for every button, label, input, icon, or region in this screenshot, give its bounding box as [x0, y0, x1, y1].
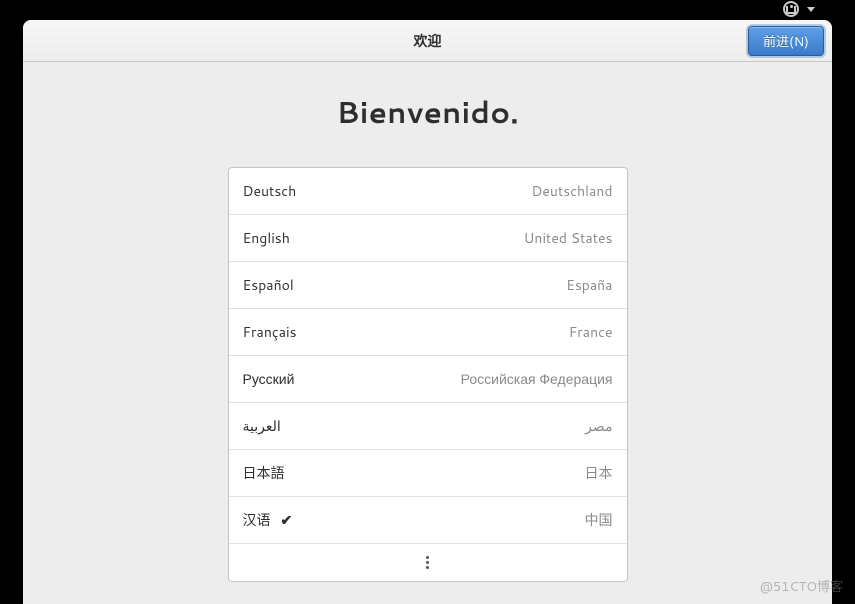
- language-name: Español: [243, 275, 294, 295]
- language-row-francais[interactable]: Français France: [229, 309, 627, 356]
- setup-window: 欢迎 前进(N) Bienvenido. Deutsch Deutschland…: [23, 20, 832, 604]
- next-button[interactable]: 前进(N): [748, 26, 824, 56]
- top-bar: [0, 0, 855, 18]
- more-languages-button[interactable]: [229, 544, 627, 581]
- check-icon: ✔: [281, 510, 293, 530]
- language-country: France: [569, 322, 613, 342]
- welcome-heading: Bienvenido.: [336, 90, 518, 133]
- language-name: Deutsch: [243, 181, 297, 201]
- header-bar: 欢迎 前进(N): [23, 20, 832, 62]
- language-row-espanol[interactable]: Español España: [229, 262, 627, 309]
- chevron-down-icon: [807, 7, 815, 12]
- language-row-arabic[interactable]: العربية مصر: [229, 403, 627, 450]
- language-country: 中国: [585, 510, 613, 530]
- language-name: English: [243, 228, 290, 248]
- language-name: Русский: [243, 369, 295, 389]
- language-country: مصر: [585, 416, 612, 436]
- language-country: Российская Федерация: [461, 369, 613, 389]
- language-row-russian[interactable]: Русский Российская Федерация: [229, 356, 627, 403]
- window-title: 欢迎: [414, 31, 442, 51]
- language-row-japanese[interactable]: 日本語 日本: [229, 450, 627, 497]
- more-icon: [426, 556, 429, 569]
- accessibility-icon: [783, 1, 799, 17]
- watermark: @51CTO博客: [760, 576, 843, 596]
- top-bar-controls[interactable]: [783, 1, 815, 17]
- language-name: 汉语 ✔: [243, 510, 293, 530]
- language-country: United States: [524, 228, 613, 248]
- language-name: 日本語: [243, 463, 285, 483]
- language-list: Deutsch Deutschland English United State…: [228, 167, 628, 582]
- language-row-chinese[interactable]: 汉语 ✔ 中国: [229, 497, 627, 544]
- language-country: 日本: [585, 463, 613, 483]
- language-name: العربية: [243, 416, 281, 436]
- language-country: España: [566, 275, 612, 295]
- language-country: Deutschland: [531, 181, 612, 201]
- content-area: Bienvenido. Deutsch Deutschland English …: [23, 62, 832, 604]
- language-row-english[interactable]: English United States: [229, 215, 627, 262]
- language-name: Français: [243, 322, 297, 342]
- language-row-deutsch[interactable]: Deutsch Deutschland: [229, 168, 627, 215]
